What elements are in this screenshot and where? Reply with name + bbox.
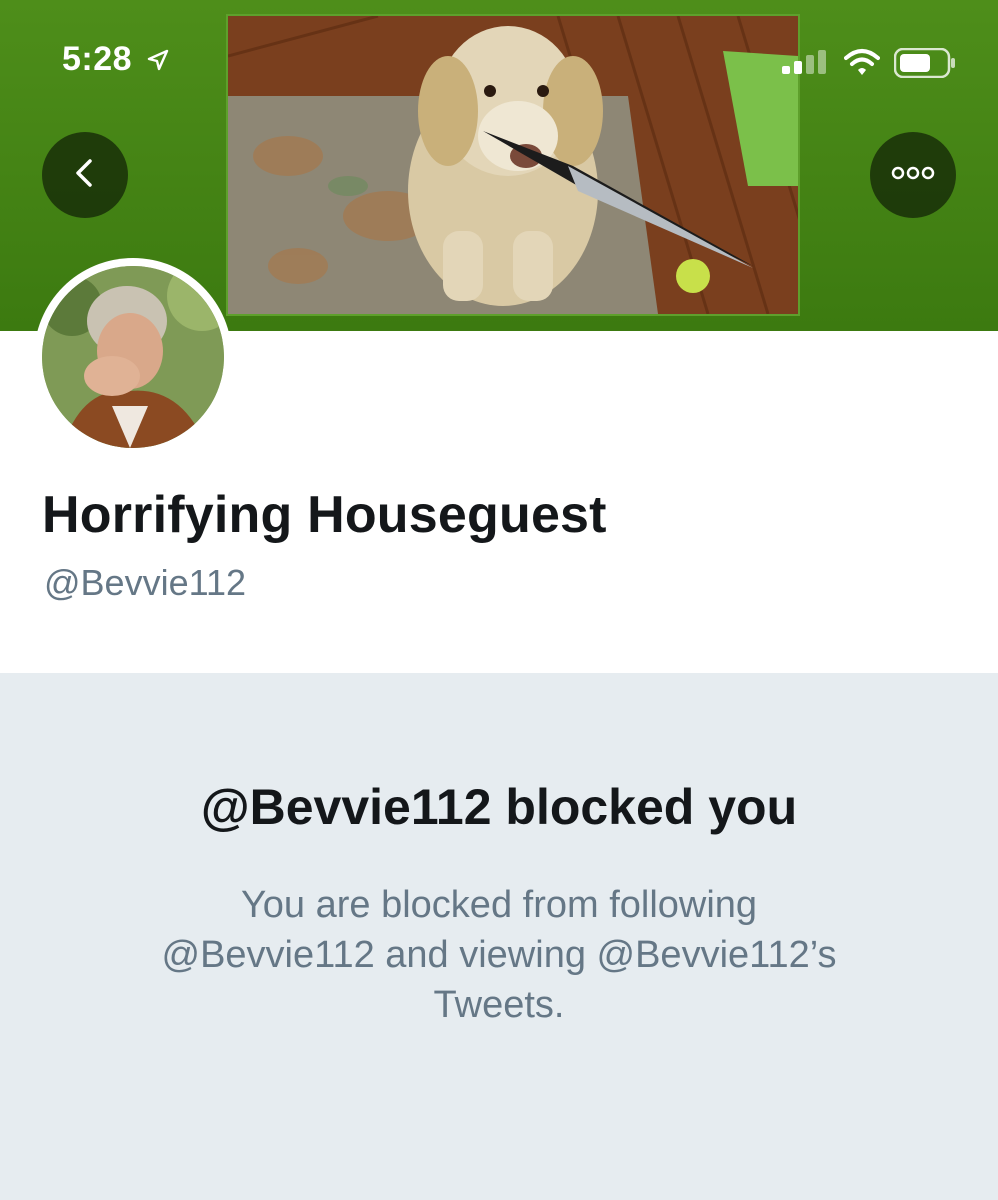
battery-icon xyxy=(893,47,956,83)
blocked-title: @Bevvie112 blocked you xyxy=(200,779,798,835)
banner-photo xyxy=(226,14,800,316)
back-button[interactable] xyxy=(42,132,128,218)
more-horizontal-icon xyxy=(891,165,935,186)
status-icons xyxy=(782,44,962,80)
wifi-icon xyxy=(844,48,880,81)
blocked-message-line: Tweets. xyxy=(433,984,565,1026)
more-options-button[interactable] xyxy=(870,132,956,218)
location-arrow-icon xyxy=(146,42,170,81)
avatar-image xyxy=(42,266,224,448)
blocked-message-line: @Bevvie112 and viewing @Bevvie112’s xyxy=(161,934,837,976)
blocked-message: You are blocked from following @Bevvie11… xyxy=(0,880,998,1030)
avatar[interactable] xyxy=(34,258,232,456)
profile-display-name: Horrifying Houseguest xyxy=(42,486,607,544)
profile-handle: @Bevvie112 xyxy=(44,562,246,603)
status-time: 5:28 xyxy=(62,40,170,81)
cellular-signal-icon xyxy=(782,50,828,79)
chevron-left-icon xyxy=(68,156,102,195)
blocked-message-line: You are blocked from following xyxy=(240,884,758,926)
